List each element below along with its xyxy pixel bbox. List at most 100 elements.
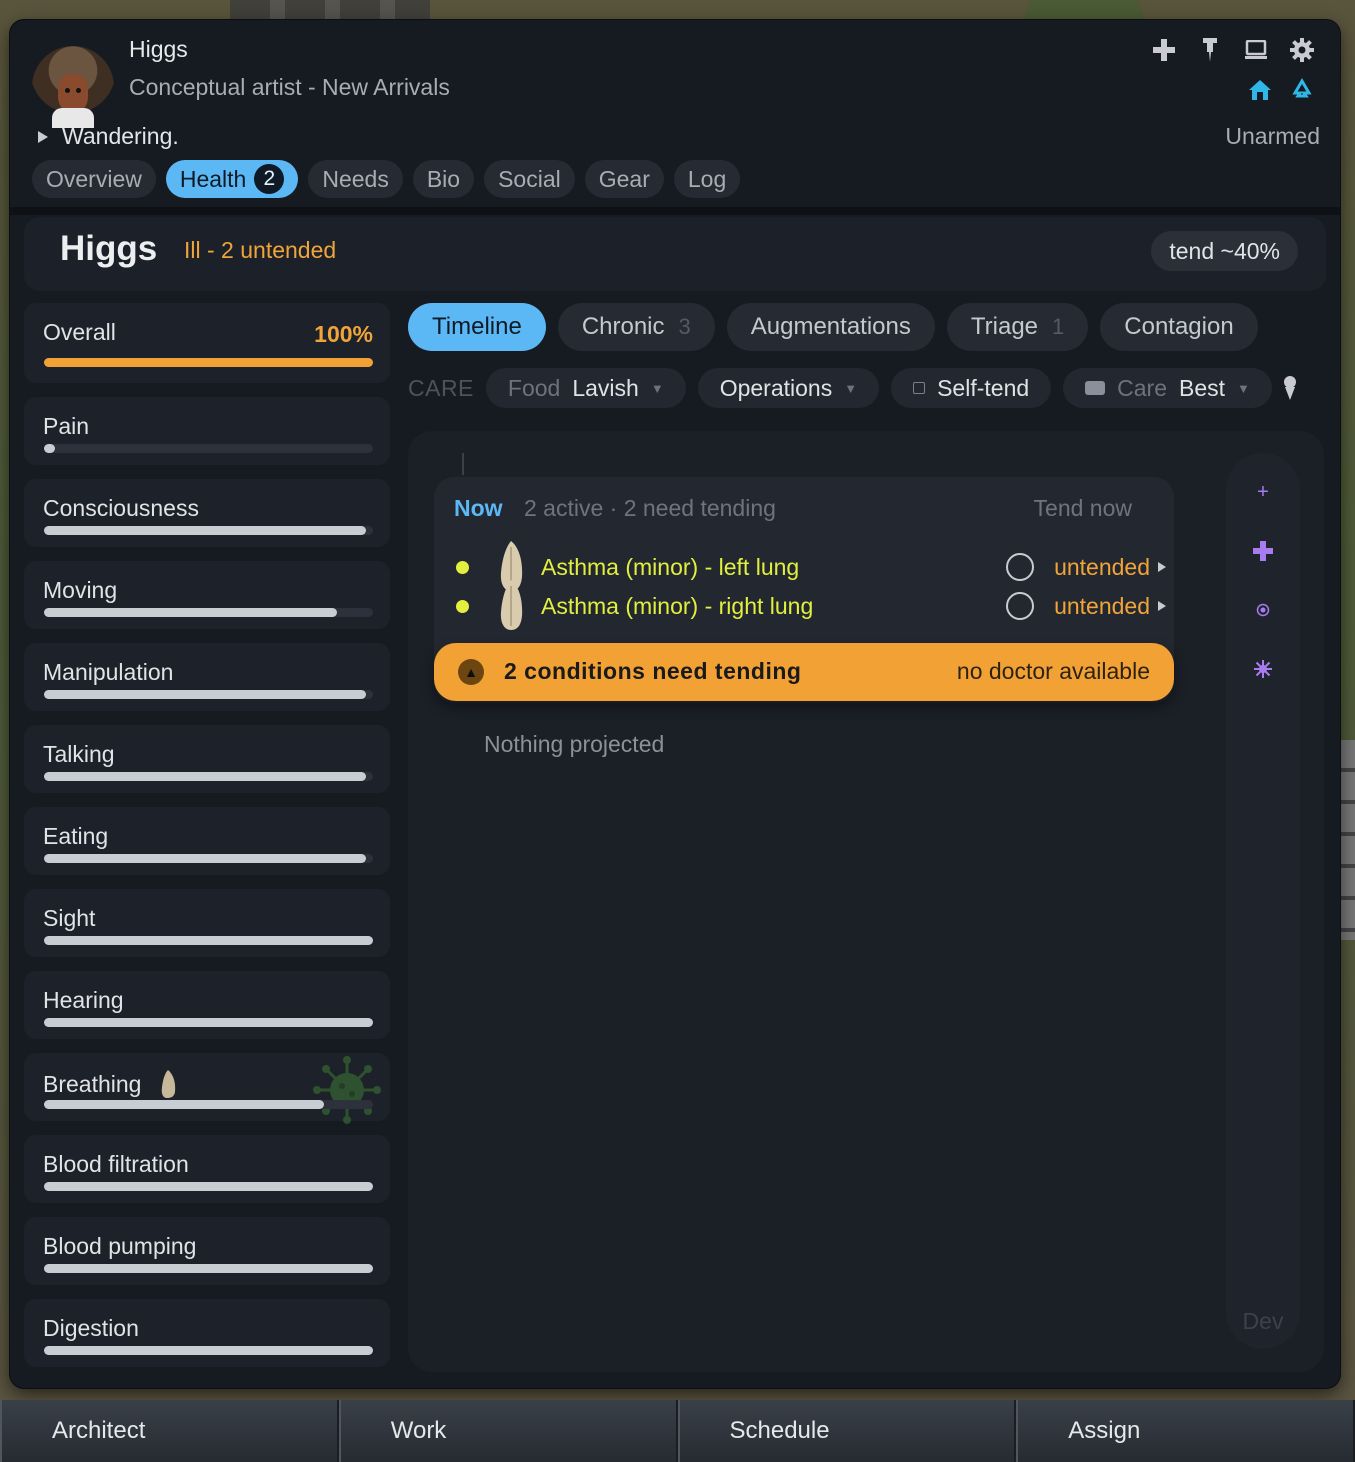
capacity-fill: [44, 1018, 373, 1027]
capacity-bar: [44, 526, 373, 535]
architect-button[interactable]: Architect: [0, 1400, 339, 1462]
capacity-fill: [44, 1346, 373, 1355]
condition-name: Asthma (minor) - right lung: [541, 592, 814, 619]
pawn-title: Conceptual artist - New Arrivals: [129, 74, 450, 100]
capacity-label: Hearing: [43, 987, 124, 1013]
bulb-icon[interactable]: [1282, 375, 1298, 401]
subtab-chronic[interactable]: Chronic 3: [557, 303, 715, 351]
capacity-overall[interactable]: Overall 100%: [24, 303, 390, 383]
assign-button[interactable]: Assign: [1016, 1400, 1355, 1462]
capacity-eating[interactable]: Eating: [24, 807, 390, 875]
capacity-bar: [44, 1264, 373, 1273]
add-large-icon[interactable]: [1253, 541, 1273, 561]
care-label: CARE: [408, 374, 474, 401]
pin-icon[interactable]: [1198, 38, 1222, 62]
work-button[interactable]: Work: [338, 1400, 678, 1462]
capacity-manipulation[interactable]: Manipulation: [24, 643, 390, 711]
health-pawn-name: Higgs: [60, 229, 158, 268]
capacity-digestion[interactable]: Digestion: [24, 1299, 390, 1367]
expand-arrow-icon[interactable]: [1158, 562, 1166, 572]
capacity-bar: [44, 358, 373, 367]
subtab-augmentations[interactable]: Augmentations: [726, 303, 935, 351]
tend-now-button[interactable]: Tend now: [1034, 495, 1132, 522]
tab-log[interactable]: Log: [673, 160, 741, 198]
food-dropdown[interactable]: Food Lavish ▼: [485, 368, 686, 408]
main-button-bar: Architect Work Schedule Assign: [0, 1400, 1355, 1462]
capacity-hearing[interactable]: Hearing: [24, 971, 390, 1039]
recycle-icon[interactable]: [1290, 78, 1314, 102]
tab-social[interactable]: Social: [484, 160, 575, 198]
burst-icon[interactable]: [1253, 659, 1273, 679]
pawn-status-text: Wandering.: [62, 123, 179, 149]
capacity-label: Pain: [43, 413, 90, 439]
capacity-blood-pumping[interactable]: Blood pumping: [24, 1217, 390, 1285]
pawn-portrait[interactable]: [32, 46, 114, 128]
capacity-label: Sight: [43, 905, 96, 931]
timeline-tool-strip: + Dev: [1226, 453, 1300, 1349]
capacity-label: Consciousness: [43, 495, 199, 521]
capacity-talking[interactable]: Talking: [24, 725, 390, 793]
capacity-consciousness[interactable]: Consciousness: [24, 479, 390, 547]
now-card: Now 2 active · 2 need tending Tend now A…: [434, 477, 1174, 703]
tab-needs[interactable]: Needs: [308, 160, 403, 198]
tending-alert-banner[interactable]: ▲ 2 conditions need tending no doctor av…: [434, 643, 1174, 701]
target-icon[interactable]: [1256, 603, 1270, 617]
condition-row[interactable]: Asthma (minor) - left lung untended: [454, 541, 1166, 591]
tend-circle-icon[interactable]: [1006, 553, 1035, 581]
alert-note: no doctor available: [956, 658, 1150, 684]
subtab-contagion[interactable]: Contagion: [1100, 303, 1258, 351]
capacity-pain[interactable]: Pain: [24, 397, 390, 465]
medkit-icon: [1085, 381, 1106, 395]
now-label: Now: [454, 495, 503, 521]
capacity-fill: [44, 358, 373, 367]
condition-row[interactable]: Asthma (minor) - right lung untended: [454, 580, 1166, 630]
medical-cross-icon[interactable]: [1152, 38, 1176, 62]
lung-icon: [500, 580, 523, 630]
health-badge: 2: [254, 164, 285, 194]
add-small-icon[interactable]: +: [1257, 481, 1269, 504]
operations-dropdown[interactable]: Operations ▼: [697, 368, 880, 408]
schedule-button[interactable]: Schedule: [677, 1400, 1017, 1462]
capacity-label: Manipulation: [43, 659, 174, 685]
tab-gear[interactable]: Gear: [584, 160, 664, 198]
tab-health[interactable]: Health 2: [165, 160, 299, 198]
header-divider: [10, 207, 1340, 215]
capacity-label: Overall: [43, 319, 116, 345]
condition-state: untended: [1054, 553, 1150, 580]
capacity-label: Talking: [43, 741, 115, 767]
severity-dot: [456, 599, 469, 613]
tab-bio[interactable]: Bio: [412, 160, 475, 198]
expand-arrow-icon[interactable]: [1158, 601, 1166, 611]
capacity-fill: [44, 1182, 373, 1191]
capacity-breathing[interactable]: Breathing: [24, 1053, 390, 1124]
capacity-bar: [44, 1100, 373, 1109]
subtab-triage[interactable]: Triage 1: [946, 303, 1089, 351]
dev-label[interactable]: Dev: [1226, 1308, 1300, 1335]
capacity-fill: [44, 1264, 373, 1273]
subtab-timeline[interactable]: Timeline: [408, 303, 546, 351]
capacity-fill: [44, 690, 367, 699]
warning-icon: ▲: [458, 659, 484, 685]
overall-percent: 100%: [314, 321, 373, 347]
severity-dot: [456, 560, 469, 574]
capacity-blood-filtration[interactable]: Blood filtration: [24, 1135, 390, 1203]
self-tend-toggle[interactable]: Self-tend: [891, 368, 1052, 408]
monitor-icon[interactable]: [1244, 38, 1268, 62]
chevron-down-icon: ▼: [844, 380, 858, 396]
capacity-sight[interactable]: Sight: [24, 889, 390, 957]
home-icon[interactable]: [1248, 78, 1272, 102]
capacity-bar: [44, 1018, 373, 1027]
pawn-name: Higgs: [129, 36, 188, 62]
pawn-status[interactable]: Wandering.: [38, 123, 179, 150]
alert-text: 2 conditions need tending: [504, 658, 802, 684]
tab-overview[interactable]: Overview: [32, 160, 156, 198]
tend-quality-pill[interactable]: tend ~40%: [1151, 231, 1298, 271]
capacity-label: Breathing: [43, 1069, 177, 1099]
capacity-moving[interactable]: Moving: [24, 561, 390, 629]
capacity-bar: [44, 936, 373, 945]
gear-icon[interactable]: [1290, 38, 1314, 62]
capacity-fill: [44, 936, 373, 945]
care-quality-dropdown[interactable]: Care Best ▼: [1063, 368, 1272, 408]
capacity-fill: [44, 608, 337, 617]
tend-circle-icon[interactable]: [1006, 592, 1035, 620]
